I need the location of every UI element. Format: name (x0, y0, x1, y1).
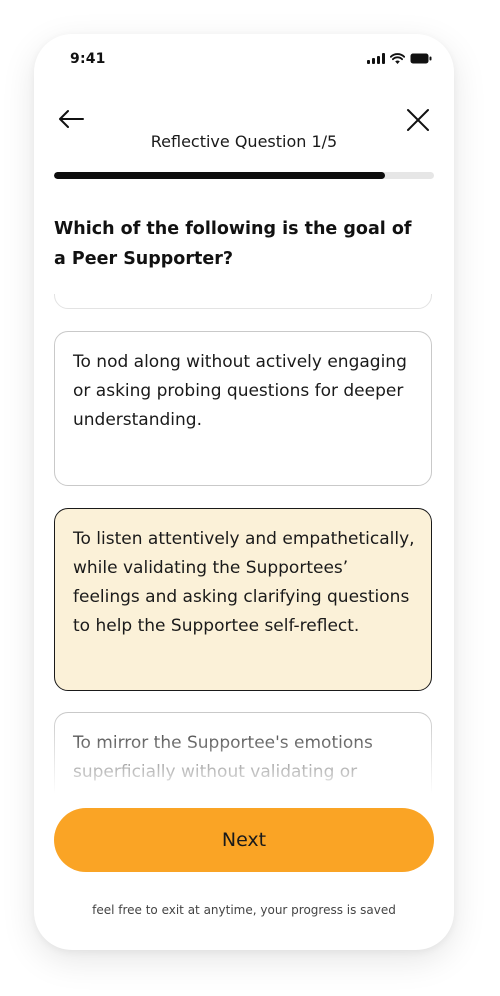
status-bar: 9:41 (34, 34, 454, 84)
wifi-icon (390, 53, 405, 64)
progress-bar (54, 172, 434, 179)
question-text: Which of the following is the goal of a … (54, 219, 412, 269)
battery-icon (410, 53, 432, 64)
progress-bar-fill (54, 172, 385, 179)
cellular-signal-icon (367, 53, 385, 64)
status-time: 9:41 (70, 51, 106, 67)
answer-option[interactable] (54, 294, 432, 309)
back-arrow-icon[interactable] (56, 104, 86, 134)
question-counter: Reflective Question 1/5 (150, 132, 338, 151)
answer-option[interactable]: To nod along without actively engaging o… (54, 331, 432, 486)
answer-options-list[interactable]: To nod along without actively engaging o… (34, 294, 454, 794)
phone-frame: 9:41 Reflective Question 1/5 Which of th… (34, 34, 454, 950)
close-icon[interactable] (404, 106, 432, 134)
system-icons (367, 53, 432, 64)
answer-option-selected[interactable]: To listen attentively and empathetically… (54, 508, 432, 691)
progress-saved-note: feel free to exit at anytime, your progr… (92, 903, 396, 917)
next-button[interactable]: Next (54, 808, 434, 872)
answer-option[interactable]: To mirror the Supportee's emotions super… (54, 712, 432, 794)
